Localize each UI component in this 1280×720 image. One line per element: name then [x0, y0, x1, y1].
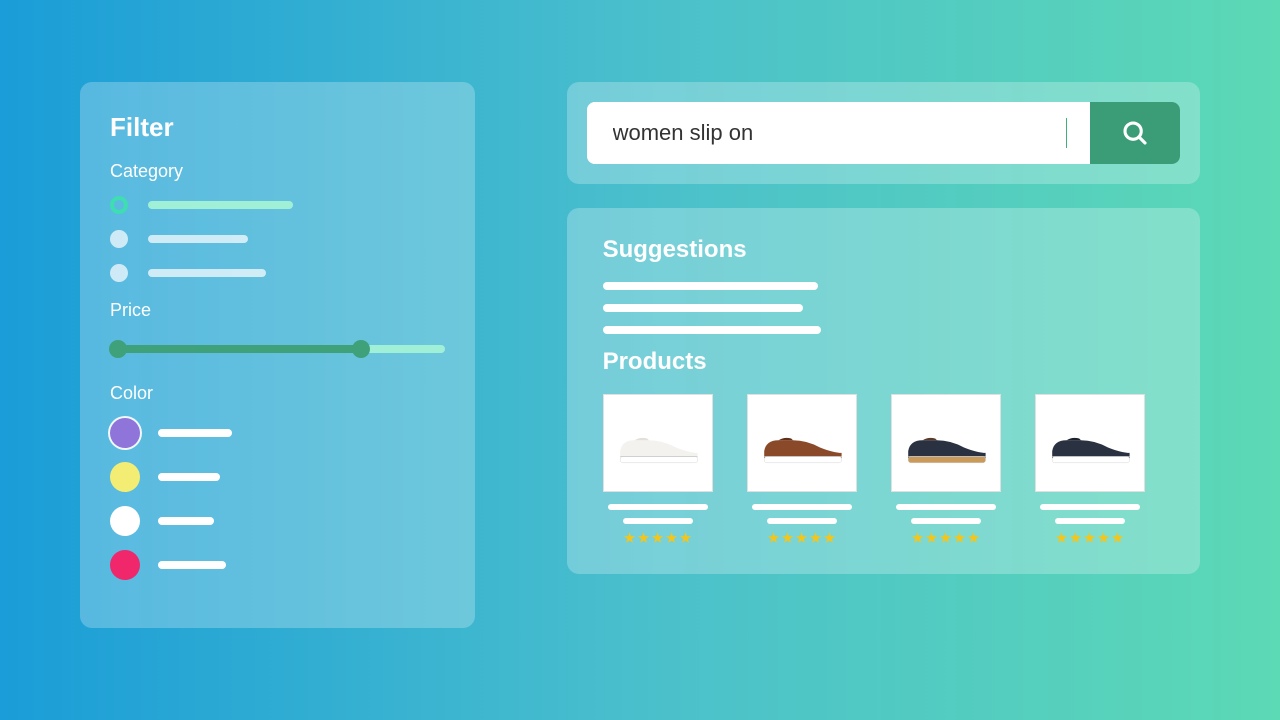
text-caret	[1066, 118, 1067, 148]
star-icon	[954, 532, 966, 544]
star-icon	[1112, 532, 1124, 544]
color-option-purple[interactable]	[110, 418, 445, 448]
products-title: Products	[603, 348, 1164, 376]
radio-icon	[110, 196, 128, 214]
product-rating	[891, 532, 1001, 544]
product-card[interactable]	[1035, 394, 1145, 544]
search-box	[587, 102, 1180, 164]
category-text-placeholder	[148, 235, 248, 243]
radio-icon	[110, 264, 128, 282]
category-option[interactable]	[110, 230, 445, 248]
product-price-placeholder	[1055, 518, 1125, 524]
price-label: Price	[110, 300, 445, 321]
star-icon	[940, 532, 952, 544]
star-icon	[652, 532, 664, 544]
star-icon	[1056, 532, 1068, 544]
category-label: Category	[110, 161, 445, 182]
product-title-placeholder	[608, 504, 708, 510]
search-input[interactable]	[587, 102, 1090, 164]
color-swatch	[110, 462, 140, 492]
product-card[interactable]	[891, 394, 1001, 544]
category-list	[110, 196, 445, 282]
price-slider[interactable]	[110, 339, 445, 357]
star-icon	[782, 532, 794, 544]
color-swatch	[110, 550, 140, 580]
product-image	[1045, 418, 1135, 468]
star-icon	[1098, 532, 1110, 544]
product-image	[757, 418, 847, 468]
color-option-white[interactable]	[110, 506, 445, 536]
suggestion-item[interactable]	[603, 326, 821, 334]
color-option-yellow[interactable]	[110, 462, 445, 492]
star-icon	[768, 532, 780, 544]
product-thumbnail[interactable]	[891, 394, 1001, 492]
product-title-placeholder	[752, 504, 852, 510]
search-button[interactable]	[1090, 102, 1180, 164]
slider-thumb-min[interactable]	[109, 340, 127, 358]
star-icon	[1070, 532, 1082, 544]
product-card[interactable]	[603, 394, 713, 544]
star-icon	[824, 532, 836, 544]
slider-fill	[110, 345, 361, 353]
star-icon	[624, 532, 636, 544]
product-rating	[603, 532, 713, 544]
star-icon	[968, 532, 980, 544]
product-price-placeholder	[911, 518, 981, 524]
radio-icon	[110, 230, 128, 248]
color-swatch	[110, 506, 140, 536]
products-grid	[603, 394, 1164, 544]
category-text-placeholder	[148, 201, 293, 209]
filter-title: Filter	[110, 112, 445, 143]
product-title-placeholder	[1040, 504, 1140, 510]
color-list	[110, 418, 445, 580]
product-image	[613, 418, 703, 468]
star-icon	[638, 532, 650, 544]
product-thumbnail[interactable]	[1035, 394, 1145, 492]
product-rating	[1035, 532, 1145, 544]
color-label: Color	[110, 383, 445, 404]
star-icon	[912, 532, 924, 544]
filter-panel: Filter Category Price Color	[80, 82, 475, 628]
product-title-placeholder	[896, 504, 996, 510]
color-swatch	[110, 418, 140, 448]
product-price-placeholder	[623, 518, 693, 524]
product-price-placeholder	[767, 518, 837, 524]
search-panel	[567, 82, 1200, 184]
suggestions-title: Suggestions	[603, 236, 1164, 264]
star-icon	[810, 532, 822, 544]
color-label-placeholder	[158, 429, 232, 437]
product-card[interactable]	[747, 394, 857, 544]
star-icon	[926, 532, 938, 544]
product-rating	[747, 532, 857, 544]
color-label-placeholder	[158, 517, 214, 525]
color-label-placeholder	[158, 473, 220, 481]
star-icon	[1084, 532, 1096, 544]
category-text-placeholder	[148, 269, 266, 277]
star-icon	[666, 532, 678, 544]
product-image	[901, 418, 991, 468]
category-option[interactable]	[110, 264, 445, 282]
results-panel: Suggestions Products	[567, 208, 1200, 574]
product-thumbnail[interactable]	[747, 394, 857, 492]
suggestions-list	[603, 282, 1164, 334]
suggestion-item[interactable]	[603, 304, 803, 312]
product-thumbnail[interactable]	[603, 394, 713, 492]
star-icon	[796, 532, 808, 544]
color-label-placeholder	[158, 561, 226, 569]
slider-thumb-max[interactable]	[352, 340, 370, 358]
suggestion-item[interactable]	[603, 282, 818, 290]
star-icon	[680, 532, 692, 544]
category-option[interactable]	[110, 196, 445, 214]
color-option-pink[interactable]	[110, 550, 445, 580]
search-icon	[1120, 118, 1150, 148]
